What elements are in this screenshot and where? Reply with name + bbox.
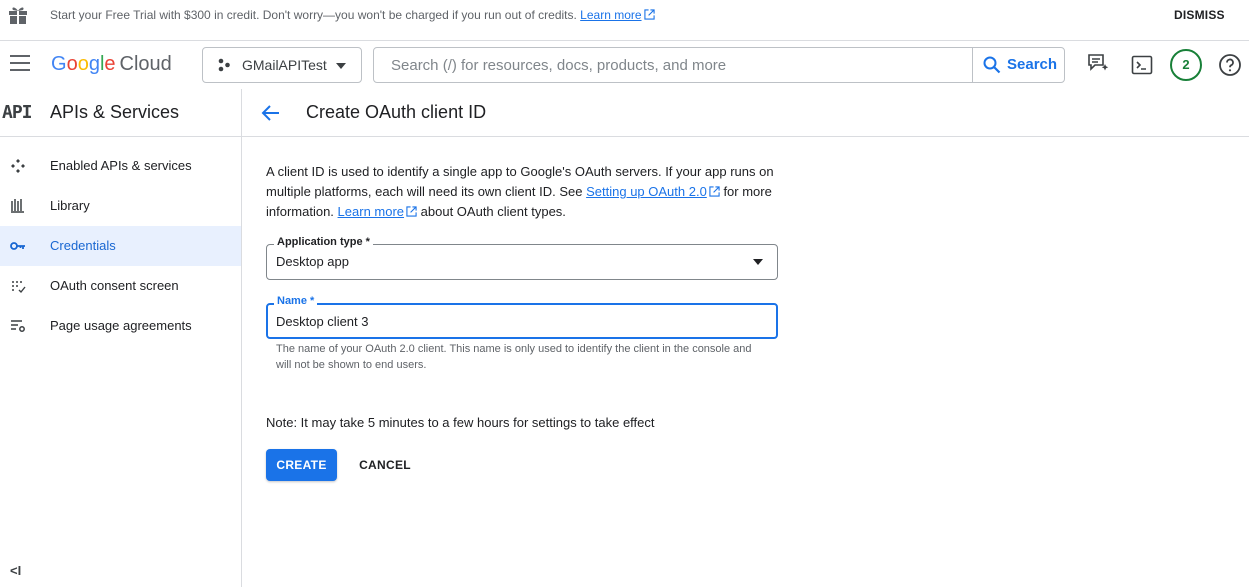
search-input[interactable] bbox=[375, 49, 969, 81]
banner-learn-more-link[interactable]: Learn more bbox=[580, 8, 655, 22]
cancel-button[interactable]: CANCEL bbox=[350, 449, 420, 481]
free-trial-banner: Start your Free Trial with $300 in credi… bbox=[0, 0, 1249, 41]
sidebar-item-library[interactable]: Library bbox=[0, 186, 241, 226]
setting-up-oauth-link[interactable]: Setting up OAuth 2.0 bbox=[586, 184, 707, 199]
name-field: Name * bbox=[266, 295, 778, 339]
collapse-sidebar-icon[interactable]: <I bbox=[10, 563, 21, 578]
application-type-label: Application type * bbox=[274, 236, 373, 248]
settings-note: Note: It may take 5 minutes to a few hou… bbox=[266, 415, 655, 430]
external-link-icon bbox=[643, 9, 655, 20]
external-link-icon bbox=[406, 206, 417, 217]
chevron-down-icon bbox=[753, 259, 763, 265]
help-icon[interactable] bbox=[1218, 53, 1242, 77]
application-type-select[interactable]: Application type * Desktop app bbox=[266, 236, 778, 280]
page-header: Create OAuth client ID bbox=[242, 89, 1249, 137]
feedback-icon[interactable] bbox=[1086, 53, 1110, 77]
gift-icon bbox=[9, 7, 27, 24]
library-icon bbox=[11, 199, 24, 213]
sidebar-item-enabled-apis[interactable]: Enabled APIs & services bbox=[0, 146, 241, 186]
search-icon bbox=[983, 56, 1001, 74]
project-name: GMailAPITest bbox=[242, 57, 327, 73]
chevron-down-icon bbox=[336, 63, 346, 69]
project-selector[interactable]: GMailAPITest bbox=[202, 47, 362, 83]
banner-message: Start your Free Trial with $300 in credi… bbox=[50, 8, 655, 22]
search-bar: Search bbox=[373, 47, 1065, 83]
external-link-icon bbox=[709, 186, 720, 197]
sidebar: API APIs & Services Enabled APIs & servi… bbox=[0, 89, 242, 587]
google-cloud-logo[interactable]: Google Cloud bbox=[51, 53, 172, 76]
name-input[interactable] bbox=[268, 305, 776, 337]
sidebar-item-page-usage[interactable]: Page usage agreements bbox=[0, 306, 241, 346]
main-menu-icon[interactable] bbox=[10, 55, 30, 71]
main-content: Create OAuth client ID A client ID is us… bbox=[242, 89, 1249, 587]
intro-text: A client ID is used to identify a single… bbox=[266, 164, 774, 219]
sidebar-header: API APIs & Services bbox=[0, 89, 241, 137]
key-icon bbox=[10, 242, 25, 250]
cloud-shell-icon[interactable] bbox=[1130, 53, 1154, 77]
name-helper-text: The name of your OAuth 2.0 client. This … bbox=[276, 343, 752, 371]
back-arrow-icon[interactable] bbox=[260, 102, 282, 124]
create-button[interactable]: CREATE bbox=[266, 449, 337, 481]
sidebar-item-credentials[interactable]: Credentials bbox=[0, 226, 241, 266]
learn-more-link[interactable]: Learn more bbox=[338, 204, 404, 219]
sidebar-title: APIs & Services bbox=[50, 102, 180, 122]
project-nodes-icon bbox=[218, 58, 230, 72]
search-button[interactable]: Search bbox=[972, 48, 1065, 82]
consent-grid-icon bbox=[12, 281, 26, 294]
page-title: Create OAuth client ID bbox=[306, 102, 487, 122]
diamond-arrows-icon bbox=[11, 159, 25, 173]
top-bar: GoogleCloud GMailAPITest Search 2 bbox=[0, 41, 1249, 89]
settings-list-icon bbox=[11, 320, 25, 332]
dismiss-button[interactable]: DISMISS bbox=[1174, 8, 1225, 22]
api-logo-icon: API bbox=[2, 102, 32, 123]
application-type-value: Desktop app bbox=[276, 254, 349, 269]
sidebar-item-oauth-consent[interactable]: OAuth consent screen bbox=[0, 266, 241, 306]
notifications-badge[interactable]: 2 bbox=[1170, 49, 1202, 81]
